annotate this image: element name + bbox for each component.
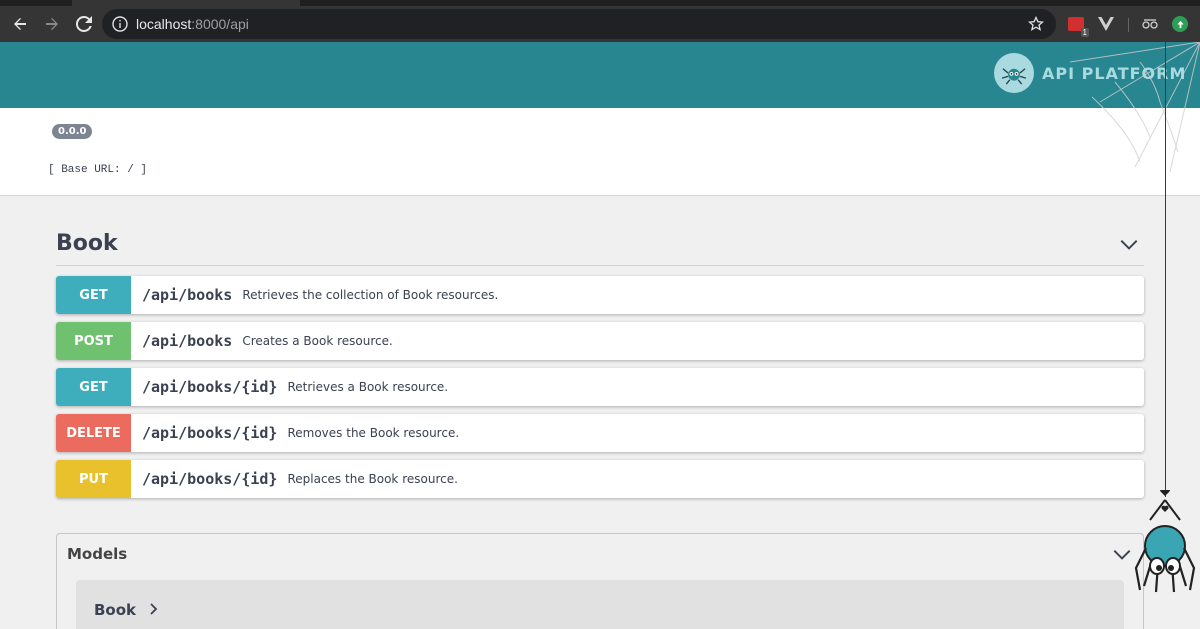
info-icon[interactable]	[112, 16, 128, 32]
operation-path: /api/books	[142, 286, 233, 304]
method-badge: PUT	[56, 460, 131, 498]
operation-put-book[interactable]: PUT /api/books/{id} Replaces the Book re…	[56, 460, 1144, 498]
toolbar-separator	[1128, 18, 1129, 32]
model-title: Book	[94, 601, 137, 619]
operation-path: /api/books/{id}	[142, 424, 278, 442]
models-section: Models Book	[56, 533, 1144, 629]
operation-summary: Replaces the Book resource.	[287, 472, 458, 486]
models-title: Models	[67, 545, 128, 563]
extension-vue-icon[interactable]	[1096, 14, 1116, 34]
operations-list: GET /api/books Retrieves the collection …	[56, 276, 1144, 498]
model-book[interactable]: Book	[76, 580, 1124, 629]
extension-badge: 1	[1080, 28, 1089, 37]
url-host: localhost	[136, 16, 192, 32]
browser-toolbar: localhost:8000/api 1	[0, 6, 1200, 42]
operation-get-books[interactable]: GET /api/books Retrieves the collection …	[56, 276, 1144, 314]
api-info: 0.0.0 [ Base URL: / ]	[0, 108, 1200, 196]
operation-path: /api/books/{id}	[142, 378, 278, 396]
forward-button[interactable]	[36, 8, 68, 40]
spider-logo-icon	[994, 53, 1034, 93]
operation-post-books[interactable]: POST /api/books Creates a Book resource.	[56, 322, 1144, 360]
spider-mascot-decoration	[1134, 490, 1196, 593]
method-badge: DELETE	[56, 414, 131, 452]
address-bar[interactable]: localhost:8000/api	[102, 9, 1056, 39]
chevron-down-icon[interactable]	[1118, 233, 1140, 255]
extension-glasses-icon[interactable]	[1140, 14, 1160, 34]
extension-red-icon[interactable]: 1	[1066, 14, 1089, 37]
operation-path: /api/books	[142, 332, 233, 350]
version-badge: 0.0.0	[52, 124, 93, 139]
operation-get-book[interactable]: GET /api/books/{id} Retrieves a Book res…	[56, 368, 1144, 406]
reload-icon	[76, 16, 92, 32]
operation-summary: Creates a Book resource.	[242, 334, 393, 348]
tag-title: Book	[56, 231, 118, 256]
method-badge: POST	[56, 322, 131, 360]
spider-web-decoration	[1069, 42, 1200, 172]
spider-thread	[1165, 42, 1166, 497]
reload-button[interactable]	[68, 8, 100, 40]
glasses-icon	[1142, 19, 1158, 29]
operation-summary: Retrieves a Book resource.	[287, 380, 449, 394]
operation-path: /api/books/{id}	[142, 470, 278, 488]
chevron-down-icon[interactable]	[1111, 543, 1133, 565]
operation-summary: Removes the Book resource.	[287, 426, 460, 440]
tag-section-book: Book GET /api/books Retrieves the collec…	[56, 222, 1144, 506]
operation-delete-book[interactable]: DELETE /api/books/{id} Removes the Book …	[56, 414, 1144, 452]
method-badge: GET	[56, 276, 131, 314]
base-url: [ Base URL: / ]	[48, 164, 148, 176]
api-platform-header: API PLATFORM	[0, 42, 1200, 108]
operation-summary: Retrieves the collection of Book resourc…	[242, 288, 499, 302]
models-header[interactable]: Models	[57, 534, 1143, 574]
back-icon	[14, 18, 26, 30]
tag-header-book[interactable]: Book	[56, 222, 1144, 266]
star-icon[interactable]	[1028, 16, 1044, 32]
forward-icon	[46, 18, 58, 30]
extension-green-icon[interactable]	[1170, 14, 1190, 34]
back-button[interactable]	[4, 8, 36, 40]
url-path: :8000/api	[191, 16, 249, 32]
chevron-right-icon[interactable]	[148, 602, 160, 616]
vue-logo-icon	[1098, 17, 1114, 31]
update-arrow-icon	[1172, 16, 1188, 32]
address-url[interactable]: localhost:8000/api	[136, 16, 249, 32]
method-badge: GET	[56, 368, 131, 406]
